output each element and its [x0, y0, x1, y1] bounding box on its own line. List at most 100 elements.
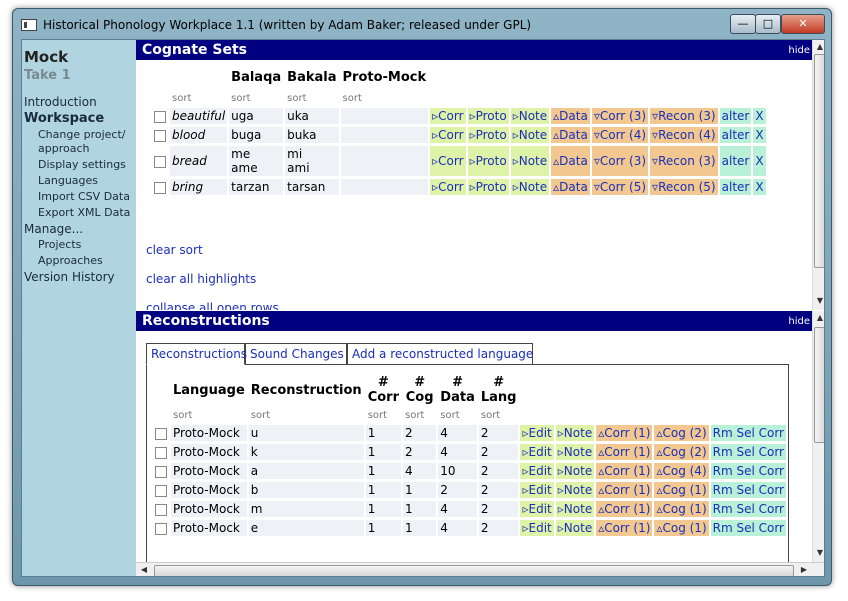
scrollbar-thumb[interactable] — [814, 327, 824, 443]
data-button[interactable]: ▵Data — [551, 108, 590, 124]
cog-button[interactable]: ▵Cog (1) — [654, 482, 709, 498]
proto-button[interactable]: ▹Proto — [467, 108, 509, 124]
sort-language-link[interactable]: sort — [171, 409, 247, 422]
data-button[interactable]: ▵Data — [551, 179, 590, 195]
sidebar-item-approaches[interactable]: Approaches — [38, 254, 136, 268]
sidebar-item-manage[interactable]: Manage... — [24, 222, 136, 236]
edit-button[interactable]: ▹Edit — [520, 482, 554, 498]
recon-button[interactable]: ▿Recon (4) — [650, 127, 718, 143]
cog-button[interactable]: ▵Cog (1) — [654, 520, 709, 536]
recon-button[interactable]: ▿Recon (3) — [650, 108, 718, 124]
close-button[interactable]: ✕ — [781, 14, 825, 34]
proto-cell[interactable] — [340, 146, 429, 176]
bakala-cell[interactable]: buka — [285, 127, 339, 143]
sort-cog-link[interactable]: sort — [403, 409, 436, 422]
remove-selected-corr-button[interactable]: Rm Sel Corr — [710, 444, 786, 460]
row-checkbox[interactable] — [155, 522, 167, 535]
edit-button[interactable]: ▹Edit — [520, 463, 554, 479]
remove-selected-corr-button[interactable]: Rm Sel Corr — [710, 501, 786, 517]
remove-selected-corr-button[interactable]: Rm Sel Corr — [710, 425, 786, 441]
corr-button[interactable]: ▵Corr (1) — [596, 444, 653, 460]
corr-button[interactable]: ▹Corr — [430, 108, 466, 124]
sidebar-item-introduction[interactable]: Introduction — [24, 95, 136, 109]
bakala-cell[interactable]: mi ami — [285, 146, 339, 176]
sidebar-item-version-history[interactable]: Version History — [24, 270, 136, 284]
row-checkbox[interactable] — [154, 155, 166, 168]
delete-button[interactable]: X — [753, 127, 766, 143]
sidebar-item-languages[interactable]: Languages — [38, 174, 136, 188]
scroll-up-arrow[interactable]: ▲ — [813, 42, 824, 54]
proto-cell[interactable] — [340, 108, 429, 124]
cog-button[interactable]: ▵Cog (2) — [654, 425, 709, 441]
note-button[interactable]: ▹Note — [555, 482, 595, 498]
sidebar-item-change-project[interactable]: Change project/ — [38, 128, 136, 142]
sort-data-link[interactable]: sort — [438, 409, 477, 422]
balaqa-cell[interactable]: uga — [229, 108, 284, 124]
note-button[interactable]: ▹Note — [555, 425, 595, 441]
sort-bakala-link[interactable]: sort — [285, 92, 338, 105]
bakala-cell[interactable]: tarsan — [285, 179, 339, 195]
proto-cell[interactable] — [340, 179, 429, 195]
proto-button[interactable]: ▹Proto — [467, 146, 509, 176]
corr-count-button[interactable]: ▿Corr (4) — [591, 127, 649, 143]
note-button[interactable]: ▹Note — [555, 501, 595, 517]
cognate-sets-hide-link[interactable]: hide — [788, 41, 810, 61]
scroll-left-arrow[interactable]: ◀ — [138, 565, 150, 574]
cog-button[interactable]: ▵Cog (2) — [654, 444, 709, 460]
proto-button[interactable]: ▹Proto — [467, 127, 509, 143]
corr-button[interactable]: ▵Corr (1) — [596, 425, 653, 441]
sidebar-item-import-csv[interactable]: Import CSV Data — [38, 190, 136, 204]
sort-gloss-link[interactable]: sort — [170, 92, 227, 105]
note-button[interactable]: ▹Note — [555, 444, 595, 460]
collapse-rows-link[interactable]: collapse all open rows — [146, 301, 279, 310]
sort-balaqa-link[interactable]: sort — [229, 92, 283, 105]
row-checkbox[interactable] — [154, 181, 166, 194]
tab-sound-changes[interactable]: Sound Changes — [245, 343, 347, 365]
edit-button[interactable]: ▹Edit — [520, 425, 554, 441]
data-button[interactable]: ▵Data — [551, 146, 590, 176]
balaqa-cell[interactable]: tarzan — [229, 179, 284, 195]
recon-button[interactable]: ▿Recon (5) — [650, 179, 718, 195]
bakala-cell[interactable]: uka — [285, 108, 339, 124]
corr-button[interactable]: ▵Corr (1) — [596, 463, 653, 479]
proto-cell[interactable] — [340, 127, 429, 143]
corr-button[interactable]: ▵Corr (1) — [596, 482, 653, 498]
delete-button[interactable]: X — [753, 179, 766, 195]
maximize-button[interactable]: □ — [755, 14, 781, 34]
recon-button[interactable]: ▿Recon (3) — [650, 146, 718, 176]
row-checkbox[interactable] — [154, 110, 166, 123]
balaqa-cell[interactable]: buga — [229, 127, 284, 143]
scrollbar-thumb[interactable] — [814, 54, 824, 268]
alter-button[interactable]: alter — [719, 108, 752, 124]
row-checkbox[interactable] — [155, 427, 167, 440]
alter-button[interactable]: alter — [719, 179, 752, 195]
scroll-down-arrow[interactable]: ▼ — [813, 296, 824, 308]
corr-button[interactable]: ▹Corr — [430, 127, 466, 143]
note-button[interactable]: ▹Note — [510, 146, 550, 176]
alter-button[interactable]: alter — [719, 127, 752, 143]
row-checkbox[interactable] — [155, 503, 167, 516]
edit-button[interactable]: ▹Edit — [520, 520, 554, 536]
title-bar[interactable]: Historical Phonology Workplace 1.1 (writ… — [13, 9, 831, 39]
tab-reconstructions[interactable]: Reconstructions — [146, 343, 247, 365]
cog-button[interactable]: ▵Cog (4) — [654, 463, 709, 479]
remove-selected-corr-button[interactable]: Rm Sel Corr — [710, 463, 786, 479]
corr-button[interactable]: ▵Corr (1) — [596, 501, 653, 517]
row-checkbox[interactable] — [155, 465, 167, 478]
corr-count-button[interactable]: ▿Corr (5) — [591, 179, 649, 195]
sidebar-item-change-project-approach[interactable]: approach — [38, 142, 136, 156]
row-checkbox[interactable] — [155, 484, 167, 497]
cog-button[interactable]: ▵Cog (1) — [654, 501, 709, 517]
scroll-down-arrow[interactable]: ▼ — [813, 548, 824, 560]
proto-button[interactable]: ▹Proto — [467, 179, 509, 195]
sort-proto-link[interactable]: sort — [341, 92, 429, 105]
edit-button[interactable]: ▹Edit — [520, 501, 554, 517]
cognate-sets-scrollbar[interactable]: ▲ ▼ — [812, 40, 824, 310]
reconstructions-scrollbar[interactable]: ▲ ▼ — [812, 311, 824, 562]
delete-button[interactable]: X — [753, 146, 766, 176]
corr-count-button[interactable]: ▿Corr (3) — [591, 108, 649, 124]
remove-selected-corr-button[interactable]: Rm Sel Corr — [710, 520, 786, 536]
edit-button[interactable]: ▹Edit — [520, 444, 554, 460]
corr-button[interactable]: ▹Corr — [430, 146, 466, 176]
corr-button[interactable]: ▹Corr — [430, 179, 466, 195]
